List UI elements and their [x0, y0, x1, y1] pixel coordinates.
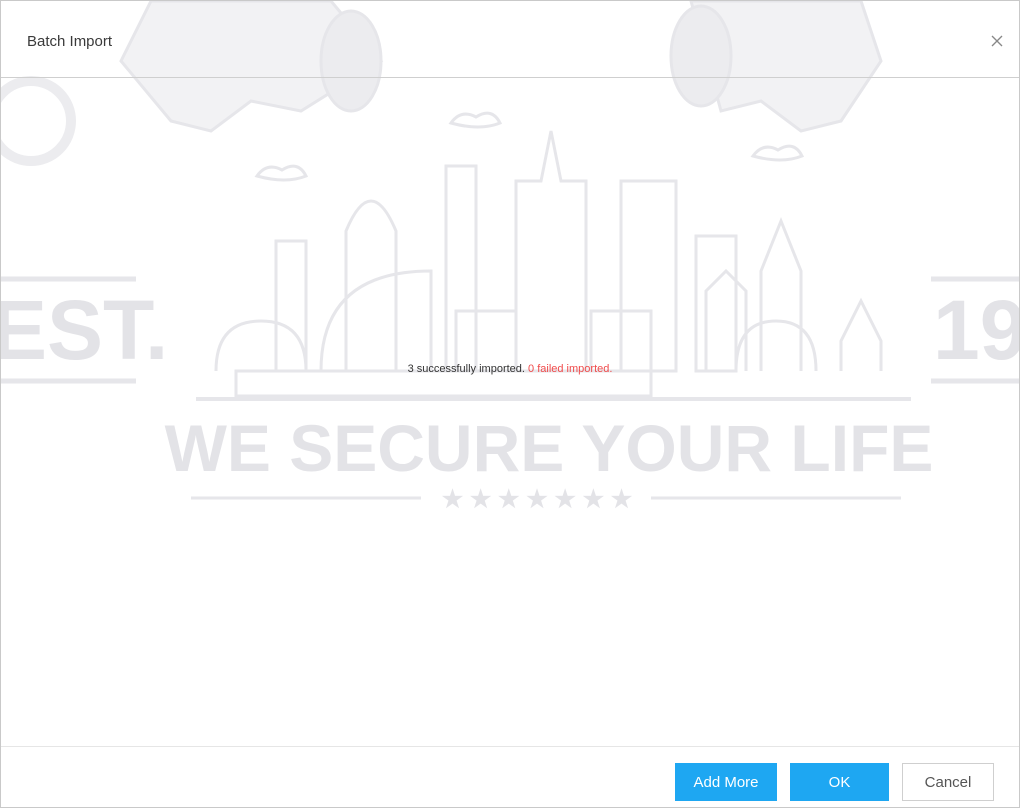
- batch-import-dialog: EST. 19 WE SECURE YOUR LIFE ★ ★ ★ ★ ★ ★ …: [0, 0, 1020, 808]
- import-result-message: 3 successfully imported. 0 failed import…: [1, 363, 1019, 375]
- dialog-title: Batch Import: [27, 33, 113, 50]
- dialog-footer: Add More OK Cancel: [1, 746, 1019, 807]
- cancel-button[interactable]: Cancel: [902, 763, 994, 801]
- close-button[interactable]: [987, 31, 1007, 51]
- ok-button[interactable]: OK: [790, 763, 889, 801]
- success-count-text: 3 successfully imported.: [407, 363, 525, 375]
- failed-count-text: 0 failed imported.: [528, 363, 613, 375]
- add-more-button[interactable]: Add More: [675, 763, 777, 801]
- watermark-tagline: WE SECURE YOUR LIFE: [165, 411, 934, 485]
- dialog-header: Batch Import: [1, 1, 1019, 78]
- close-icon: [991, 35, 1003, 47]
- watermark-stars: ★ ★ ★ ★ ★ ★ ★: [442, 486, 633, 513]
- watermark-background: EST. 19 WE SECURE YOUR LIFE ★ ★ ★ ★ ★ ★ …: [1, 1, 1019, 513]
